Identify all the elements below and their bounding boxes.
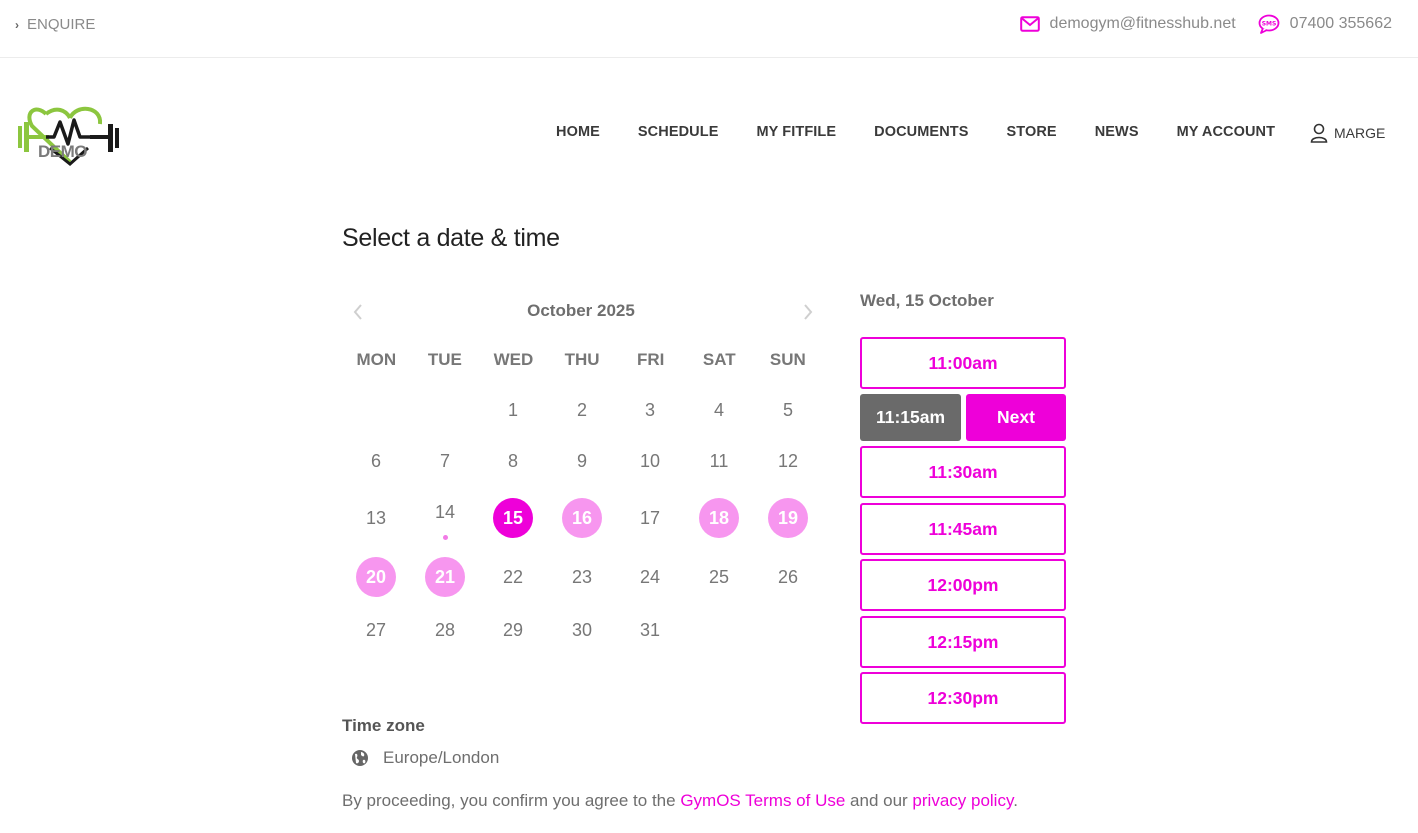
calendar-day-24: 24 bbox=[639, 566, 661, 587]
weekday-thu: THU bbox=[564, 350, 600, 369]
month-label: October 2025 bbox=[527, 301, 635, 320]
nav-schedule[interactable]: SCHEDULE bbox=[638, 124, 719, 140]
nav-news[interactable]: NEWS bbox=[1095, 124, 1139, 140]
timezone-label: Time zone bbox=[342, 716, 425, 735]
calendar-day-selected[interactable]: 15 bbox=[493, 498, 533, 538]
calendar-day-13: 13 bbox=[365, 507, 387, 528]
chevron-right-icon: › bbox=[15, 17, 19, 32]
calendar-day-23: 23 bbox=[571, 566, 593, 587]
user-icon bbox=[1310, 123, 1328, 143]
calendar-day-10: 10 bbox=[639, 450, 661, 471]
enquire-label: ENQUIRE bbox=[27, 16, 96, 33]
weekday-sun: SUN bbox=[769, 350, 806, 369]
weekday-fri: FRI bbox=[636, 350, 665, 369]
timezone-selector[interactable]: Europe/London bbox=[351, 748, 499, 768]
next-month-button[interactable] bbox=[796, 300, 820, 324]
calendar-day-1: 1 bbox=[507, 399, 518, 420]
calendar-day-27: 27 bbox=[365, 619, 387, 640]
nav-my-fitfile[interactable]: MY FITFILE bbox=[756, 124, 836, 140]
calendar-day-8: 8 bbox=[507, 450, 518, 471]
svg-text:SMS: SMS bbox=[1261, 21, 1276, 28]
contact-info: demogym@fitnesshub.net SMS 07400 355662 bbox=[1019, 14, 1392, 34]
time-slot-button[interactable]: 12:00pm bbox=[860, 559, 1066, 611]
selected-time-slot[interactable]: 11:15am bbox=[860, 394, 961, 441]
terms-suffix: . bbox=[1013, 791, 1018, 810]
today-indicator-dot bbox=[442, 535, 448, 540]
calendar-day-7: 7 bbox=[439, 450, 450, 471]
main-nav: HOME SCHEDULE MY FITFILE DOCUMENTS STORE… bbox=[556, 124, 1313, 140]
calendar-day-26: 26 bbox=[777, 566, 799, 587]
phone-text: 07400 355662 bbox=[1289, 15, 1392, 32]
calendar-day-21[interactable]: 21 bbox=[425, 557, 465, 597]
calendar-day-16[interactable]: 16 bbox=[562, 498, 602, 538]
privacy-policy-link[interactable]: privacy policy bbox=[912, 791, 1013, 810]
time-slot-button[interactable]: 11:45am bbox=[860, 503, 1066, 555]
time-slot-button[interactable]: 12:30pm bbox=[860, 672, 1066, 724]
email-link[interactable]: demogym@fitnesshub.net bbox=[1019, 15, 1236, 33]
weekday-sat: SAT bbox=[702, 350, 736, 369]
weekday-wed: WED bbox=[493, 350, 534, 369]
calendar-day-9: 9 bbox=[576, 450, 587, 471]
calendar-day-30: 30 bbox=[571, 619, 593, 640]
calendar-day-6: 6 bbox=[370, 450, 381, 471]
calendar-day-12: 12 bbox=[777, 450, 799, 471]
account-menu[interactable]: MARGE bbox=[1310, 123, 1385, 143]
calendar-day-20[interactable]: 20 bbox=[356, 557, 396, 597]
calendar-day-2: 2 bbox=[576, 399, 587, 420]
terms-of-use-link[interactable]: GymOS Terms of Use bbox=[680, 791, 845, 810]
logo-text: DEMO bbox=[38, 142, 88, 161]
calendar-day-25: 25 bbox=[708, 566, 730, 587]
nav-documents[interactable]: DOCUMENTS bbox=[874, 124, 968, 140]
account-name: MARGE bbox=[1334, 125, 1386, 141]
calendar-day-3: 3 bbox=[644, 399, 655, 420]
calendar-day-14: 14 bbox=[434, 501, 456, 522]
calendar-day-17: 17 bbox=[639, 507, 661, 528]
calendar-day-11: 11 bbox=[709, 450, 729, 471]
nav-store[interactable]: STORE bbox=[1007, 124, 1057, 140]
next-button[interactable]: Next bbox=[966, 394, 1066, 441]
email-text: demogym@fitnesshub.net bbox=[1049, 15, 1236, 32]
timezone-value: Europe/London bbox=[383, 748, 500, 767]
time-slot-button[interactable]: 12:15pm bbox=[860, 616, 1066, 668]
calendar-header: October 2025 bbox=[342, 298, 820, 326]
envelope-icon bbox=[1019, 16, 1040, 32]
nav-home[interactable]: HOME bbox=[556, 124, 600, 140]
terms-prefix: By proceeding, you confirm you agree to … bbox=[342, 791, 681, 810]
calendar-day-19[interactable]: 19 bbox=[768, 498, 808, 538]
weekday-tue: TUE bbox=[427, 350, 462, 369]
calendar-day-4: 4 bbox=[713, 399, 724, 420]
gym-logo[interactable]: DEMO bbox=[16, 104, 124, 168]
nav-my-account[interactable]: MY ACCOUNT bbox=[1177, 124, 1275, 140]
terms-middle: and our bbox=[845, 791, 913, 810]
calendar-day-29: 29 bbox=[502, 619, 524, 640]
calendar-day-5: 5 bbox=[782, 399, 793, 420]
page-title: Select a date & time bbox=[342, 224, 560, 252]
phone-link[interactable]: SMS 07400 355662 bbox=[1258, 14, 1392, 34]
time-slot-button[interactable]: 11:30am bbox=[860, 446, 1066, 498]
calendar-day-28: 28 bbox=[434, 619, 456, 640]
calendar-day-31: 31 bbox=[639, 619, 661, 640]
selected-date-label: Wed, 15 October bbox=[860, 291, 994, 310]
sms-icon: SMS bbox=[1258, 14, 1280, 34]
weekday-row: MON TUE WED THU FRI SAT SUN bbox=[342, 350, 822, 370]
calendar-day-18[interactable]: 18 bbox=[699, 498, 739, 538]
enquire-link[interactable]: › ENQUIRE bbox=[15, 16, 95, 33]
top-bar: › ENQUIRE demogym@fitnesshub.net SMS 074… bbox=[0, 0, 1418, 58]
calendar-day-22: 22 bbox=[502, 566, 524, 587]
time-slot-button[interactable]: 11:00am bbox=[860, 337, 1066, 389]
weekday-mon: MON bbox=[356, 350, 397, 369]
chevron-right-icon bbox=[804, 304, 813, 320]
globe-icon bbox=[352, 750, 368, 766]
terms-notice: By proceeding, you confirm you agree to … bbox=[342, 791, 1018, 811]
